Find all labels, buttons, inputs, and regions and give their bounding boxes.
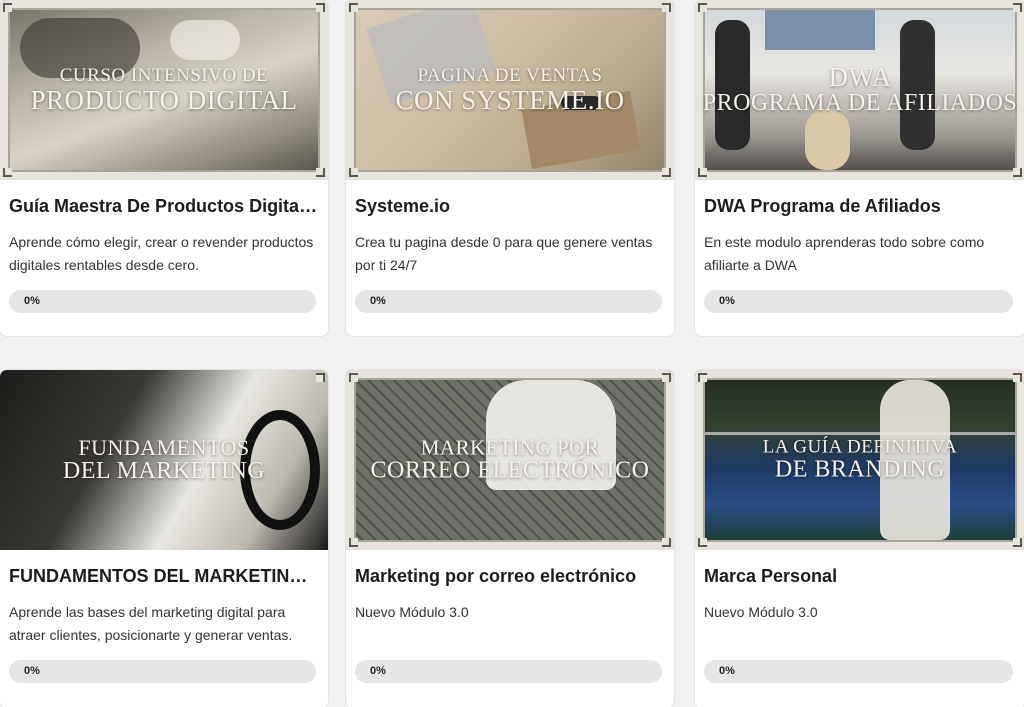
frame-corner-icon bbox=[662, 3, 671, 12]
course-description: Crea tu pagina desde 0 para que genere v… bbox=[355, 234, 653, 273]
thumbnail-line-2: PRODUCTO DIGITAL bbox=[30, 84, 298, 115]
thumbnail-title: PAGINA DE VENTAS CON SYSTEME.IO bbox=[346, 64, 674, 115]
course-description: Nuevo Módulo 3.0 bbox=[355, 604, 469, 620]
course-description: Aprende cómo elegir, crear o revender pr… bbox=[9, 234, 314, 273]
course-card[interactable]: DWA PROGRAMA DE AFILIADOS DWA Programa d… bbox=[694, 0, 1024, 337]
progress-label: 0% bbox=[24, 295, 40, 307]
thumbnail-title: FUNDAMENTOS DEL MARKETING bbox=[0, 436, 328, 484]
course-title[interactable]: Systeme.io bbox=[355, 196, 664, 217]
thumbnail-line-1: CURSO INTENSIVO DE bbox=[59, 64, 269, 86]
course-card[interactable]: PAGINA DE VENTAS CON SYSTEME.IO Systeme.… bbox=[345, 0, 675, 337]
course-description: En este modulo aprenderas todo sobre com… bbox=[704, 234, 985, 273]
frame-corner-icon bbox=[316, 168, 325, 177]
course-thumbnail[interactable]: FUNDAMENTOS DEL MARKETING bbox=[0, 370, 328, 550]
thumbnail-line-2: DEL MARKETING bbox=[62, 457, 266, 484]
progress-label: 0% bbox=[370, 295, 386, 307]
course-thumbnail[interactable]: CURSO INTENSIVO DE PRODUCTO DIGITAL bbox=[0, 0, 328, 180]
progress-bar: 0% bbox=[355, 660, 662, 683]
course-thumbnail[interactable]: MARKETING POR CORREO ELECTRÓNICO bbox=[346, 370, 674, 550]
thumbnail-line-1: MARKETING POR bbox=[420, 435, 600, 460]
course-title[interactable]: Guía Maestra De Productos Digitales bbox=[9, 196, 318, 217]
course-thumbnail[interactable]: PAGINA DE VENTAS CON SYSTEME.IO bbox=[346, 0, 674, 180]
thumbnail-title: DWA PROGRAMA DE AFILIADOS bbox=[695, 63, 1024, 117]
course-card[interactable]: FUNDAMENTOS DEL MARKETING FUNDAMENTOS DE… bbox=[0, 369, 329, 707]
progress-label: 0% bbox=[719, 295, 735, 307]
progress-bar: 0% bbox=[9, 290, 316, 313]
frame-corner-icon bbox=[1013, 3, 1022, 12]
thumbnail-line-1: PAGINA DE VENTAS bbox=[417, 64, 603, 86]
frame-corner-icon bbox=[316, 373, 325, 382]
thumbnail-line-1: FUNDAMENTOS bbox=[78, 434, 250, 460]
thumbnail-title: LA GUÍA DEFINITIVA DE BRANDING bbox=[695, 437, 1024, 482]
thumbnail-line-1: DWA bbox=[828, 62, 892, 93]
progress-bar: 0% bbox=[9, 660, 316, 683]
course-title[interactable]: Marketing por correo electrónico bbox=[355, 566, 664, 587]
thumbnail-line-2: CON SYSTEME.IO bbox=[395, 84, 625, 115]
course-title[interactable]: Marca Personal bbox=[704, 566, 1015, 587]
frame-corner-icon bbox=[662, 168, 671, 177]
frame-corner-icon bbox=[349, 168, 358, 177]
frame-corner-icon bbox=[349, 3, 358, 12]
course-card[interactable]: MARKETING POR CORREO ELECTRÓNICO Marketi… bbox=[345, 369, 675, 707]
progress-bar: 0% bbox=[704, 290, 1013, 313]
frame-corner-icon bbox=[698, 538, 707, 547]
frame-corner-icon bbox=[3, 3, 12, 12]
course-thumbnail[interactable]: LA GUÍA DEFINITIVA DE BRANDING bbox=[695, 370, 1024, 550]
course-description: Aprende las bases del marketing digital … bbox=[9, 604, 293, 643]
course-description: Nuevo Módulo 3.0 bbox=[704, 604, 818, 620]
frame-corner-icon bbox=[1013, 538, 1022, 547]
frame-corner-icon bbox=[1013, 168, 1022, 177]
frame-corner-icon bbox=[698, 3, 707, 12]
thumbnail-title: MARKETING POR CORREO ELECTRÓNICO bbox=[346, 436, 674, 483]
frame-corner-icon bbox=[1013, 373, 1022, 382]
course-title[interactable]: DWA Programa de Afiliados bbox=[704, 196, 1015, 217]
frame-corner-icon bbox=[349, 538, 358, 547]
frame-corner-icon bbox=[662, 538, 671, 547]
thumbnail-title: CURSO INTENSIVO DE PRODUCTO DIGITAL bbox=[0, 64, 328, 115]
frame-corner-icon bbox=[698, 168, 707, 177]
course-card[interactable]: CURSO INTENSIVO DE PRODUCTO DIGITAL Guía… bbox=[0, 0, 329, 337]
progress-label: 0% bbox=[370, 665, 386, 677]
progress-label: 0% bbox=[719, 665, 735, 677]
frame-corner-icon bbox=[349, 373, 358, 382]
frame-corner-icon bbox=[698, 373, 707, 382]
course-card[interactable]: LA GUÍA DEFINITIVA DE BRANDING Marca Per… bbox=[694, 369, 1024, 707]
thumbnail-line-2: CORREO ELECTRÓNICO bbox=[370, 457, 650, 484]
thumbnail-line-2: PROGRAMA DE AFILIADOS bbox=[702, 90, 1018, 117]
progress-bar: 0% bbox=[704, 660, 1013, 683]
thumbnail-line-1: LA GUÍA DEFINITIVA bbox=[762, 436, 958, 458]
frame-corner-icon bbox=[662, 373, 671, 382]
thumbnail-line-2: DE BRANDING bbox=[774, 456, 946, 483]
frame-corner-icon bbox=[3, 168, 12, 177]
progress-label: 0% bbox=[24, 665, 40, 677]
course-thumbnail[interactable]: DWA PROGRAMA DE AFILIADOS bbox=[695, 0, 1024, 180]
course-title[interactable]: FUNDAMENTOS DEL MARKETING DIGITAL bbox=[9, 566, 318, 587]
frame-corner-icon bbox=[316, 3, 325, 12]
progress-bar: 0% bbox=[355, 290, 662, 313]
